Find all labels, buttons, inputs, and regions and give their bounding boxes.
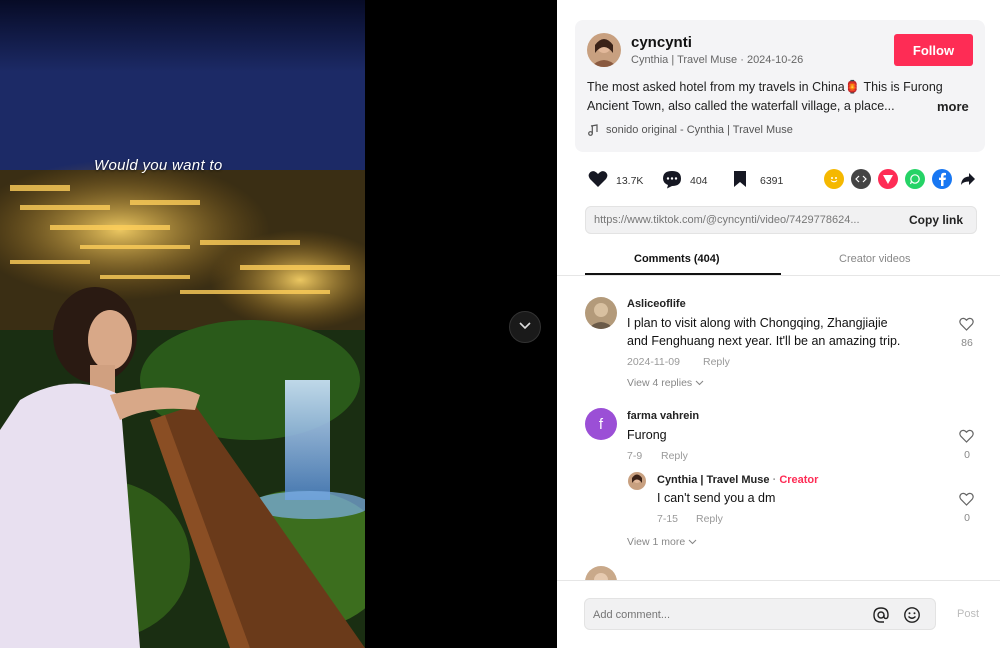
heart-outline-icon <box>959 429 974 447</box>
chevron-down-icon <box>695 377 704 389</box>
whatsapp-icon[interactable] <box>905 169 925 189</box>
description-line-1: The most asked hotel from my travels in … <box>587 80 943 94</box>
friends-share-icon[interactable] <box>824 169 844 189</box>
mention-icon[interactable] <box>872 606 890 629</box>
reply-date: 7-15 <box>657 513 679 525</box>
heart-outline-icon <box>959 492 974 510</box>
comment-author[interactable]: farma vahrein <box>627 410 699 422</box>
save-count: 6391 <box>760 175 784 187</box>
post-comment-button[interactable]: Post <box>957 608 979 620</box>
comment-date: 7-9 <box>627 450 643 462</box>
reply-text: I can't send you a dm <box>657 491 776 505</box>
comment-count: 404 <box>690 175 708 187</box>
emoji-icon[interactable] <box>903 606 921 629</box>
view-more-replies-link[interactable]: View 1 more <box>627 536 697 548</box>
tab-divider <box>557 275 1000 276</box>
comment-reply-button[interactable]: Reply <box>703 356 730 368</box>
author-avatar[interactable] <box>587 33 621 67</box>
reply-avatar[interactable] <box>628 472 646 490</box>
tab-active-indicator <box>585 273 781 275</box>
comment-like-count: 86 <box>961 337 973 349</box>
music-note-icon <box>588 123 598 141</box>
view-more-label: View 1 more <box>627 536 686 548</box>
comment-reply-button[interactable]: Reply <box>661 450 688 462</box>
chevron-down-icon <box>518 318 532 337</box>
comment-avatar[interactable] <box>585 297 617 329</box>
like-button[interactable] <box>588 170 608 193</box>
reply-like-button[interactable] <box>959 492 974 511</box>
description-more-link[interactable]: more <box>937 99 969 114</box>
like-count: 13.7K <box>616 175 644 187</box>
reply-reply-button[interactable]: Reply <box>696 513 723 525</box>
view-replies-label: View 4 replies <box>627 377 693 389</box>
save-button[interactable] <box>733 170 747 193</box>
send-icon[interactable] <box>878 169 898 189</box>
comment-avatar-letter[interactable]: f <box>585 408 617 440</box>
author-subline: Cynthia | Travel Muse · 2024-10-26 <box>631 54 804 66</box>
facebook-icon[interactable] <box>932 169 952 189</box>
embed-icon[interactable] <box>851 169 871 189</box>
comment-text-line-1: I plan to visit along with Chongqing, Zh… <box>627 316 888 330</box>
music-link[interactable]: sonido original - Cynthia | Travel Muse <box>606 124 793 136</box>
heart-outline-icon <box>959 317 974 335</box>
follow-button[interactable]: Follow <box>894 34 973 66</box>
video-frame-image <box>0 0 365 648</box>
comment-input-container <box>584 598 936 630</box>
creator-badge: Creator <box>779 474 819 486</box>
tab-creator-videos[interactable]: Creator videos <box>839 253 911 265</box>
video-area: Would you want to <box>0 0 557 648</box>
reply-like-count: 0 <box>964 512 970 524</box>
reply-author-name: Cynthia | Travel Muse <box>657 474 770 486</box>
view-replies-link[interactable]: View 4 replies <box>627 377 704 389</box>
comment-like-button[interactable] <box>959 317 974 336</box>
video-link-url[interactable]: https://www.tiktok.com/@cyncynti/video/7… <box>594 214 894 226</box>
video-caption: Would you want to <box>94 157 223 174</box>
heart-icon <box>588 171 608 192</box>
copy-link-button[interactable]: Copy link <box>909 213 963 227</box>
bookmark-icon <box>733 171 747 192</box>
video-player[interactable]: Would you want to <box>0 0 365 648</box>
comment-author[interactable]: Asliceoflife <box>627 298 686 310</box>
comment-like-button[interactable] <box>959 429 974 448</box>
app-window: Would you want to cyncynti Cynthia | Tra… <box>0 0 1000 648</box>
comment-text-line-2: and Fenghuang next year. It'll be an ama… <box>627 334 901 348</box>
comment-button[interactable] <box>662 170 682 194</box>
comment-bubble-icon <box>662 171 682 193</box>
next-video-button[interactable] <box>509 311 541 343</box>
chevron-down-icon <box>688 536 697 548</box>
comment-like-count: 0 <box>964 449 970 461</box>
reply-author[interactable]: Cynthia | Travel Muse · Creator <box>657 474 818 486</box>
share-arrow-icon[interactable] <box>960 172 976 191</box>
tab-comments[interactable]: Comments (404) <box>634 253 720 265</box>
comment-text: Furong <box>627 428 667 442</box>
author-username[interactable]: cyncynti <box>631 34 692 51</box>
comment-input[interactable] <box>593 607 853 623</box>
description-line-2: Ancient Town, also called the waterfall … <box>587 99 895 113</box>
comment-date: 2024-11-09 <box>627 356 680 368</box>
